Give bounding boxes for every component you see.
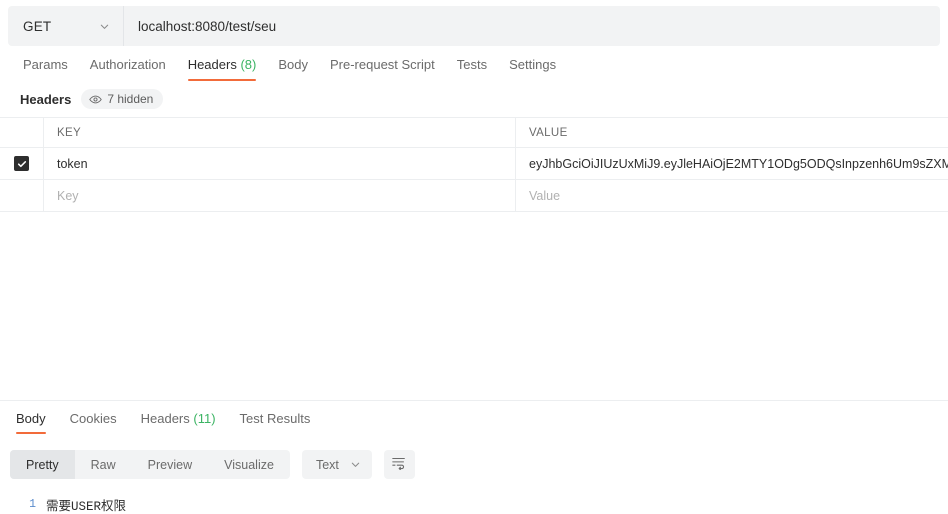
column-header-key: KEY xyxy=(57,126,82,139)
tab-headers-label: Headers xyxy=(187,57,237,72)
tab-body[interactable]: Body xyxy=(267,58,319,81)
table-header-value-cell: VALUE xyxy=(516,118,948,147)
tab-tests[interactable]: Tests xyxy=(446,58,498,81)
view-mode-visualize[interactable]: Visualize xyxy=(208,450,290,479)
url-bar: GET localhost:8080/test/seu xyxy=(8,6,940,46)
row-enabled-checkbox[interactable] xyxy=(14,156,29,171)
response-tab-test-results[interactable]: Test Results xyxy=(228,412,323,434)
response-tab-test-results-label: Test Results xyxy=(239,411,311,426)
response-body-content[interactable]: 1 需要USER权限 xyxy=(0,482,948,514)
response-tab-headers-label: Headers xyxy=(140,411,190,426)
hidden-headers-toggle[interactable]: 7 hidden xyxy=(81,89,164,109)
request-pane-empty-space xyxy=(0,212,948,400)
response-view-mode-group: Pretty Raw Preview Visualize xyxy=(10,450,290,479)
http-method-label: GET xyxy=(23,18,52,34)
code-line: 1 需要USER权限 xyxy=(0,494,948,514)
empty-row-value-input[interactable]: Value xyxy=(516,180,948,211)
view-mode-visualize-label: Visualize xyxy=(224,457,274,472)
view-mode-pretty-label: Pretty xyxy=(26,457,59,472)
table-header-row: KEY VALUE xyxy=(0,118,948,148)
headers-table: KEY VALUE token eyJhbGciOiJIUzUxMiJ9.eyJ… xyxy=(0,117,948,212)
headers-subheader: Headers 7 hidden xyxy=(0,81,948,117)
http-method-selector[interactable]: GET xyxy=(8,6,124,46)
tab-pre-request-script[interactable]: Pre-request Script xyxy=(319,58,446,81)
chevron-down-icon xyxy=(350,459,361,470)
response-tabs: Body Cookies Headers (11) Test Results xyxy=(0,401,948,434)
view-mode-raw-label: Raw xyxy=(90,457,116,472)
response-language-label: Text xyxy=(315,457,339,472)
tab-authorization[interactable]: Authorization xyxy=(79,58,177,81)
response-tab-headers-count: (11) xyxy=(193,411,216,426)
postman-request-response-view: GET localhost:8080/test/seu Params Autho… xyxy=(0,0,948,514)
table-header-key-cell: KEY xyxy=(44,118,516,147)
response-tab-body-label: Body xyxy=(16,411,46,426)
table-row: token eyJhbGciOiJIUzUxMiJ9.eyJleHAiOjE2M… xyxy=(0,148,948,180)
empty-row-checkbox-cell xyxy=(0,180,44,211)
view-mode-preview-label: Preview xyxy=(147,457,193,472)
column-header-value: VALUE xyxy=(529,126,568,139)
table-row-empty: Key Value xyxy=(0,180,948,212)
tab-params-label: Params xyxy=(23,57,68,72)
response-tab-cookies[interactable]: Cookies xyxy=(58,412,129,434)
line-text: 需要USER权限 xyxy=(46,499,127,514)
url-input-value: localhost:8080/test/seu xyxy=(138,18,277,34)
row-key-input[interactable]: token xyxy=(44,148,516,179)
headers-title: Headers xyxy=(20,91,72,107)
empty-row-value-placeholder: Value xyxy=(529,188,561,203)
view-mode-preview[interactable]: Preview xyxy=(132,450,208,479)
tab-body-label: Body xyxy=(278,57,308,72)
response-tab-body[interactable]: Body xyxy=(4,412,58,434)
empty-row-key-input[interactable]: Key xyxy=(44,180,516,211)
tab-tests-label: Tests xyxy=(456,57,488,72)
tab-authorization-label: Authorization xyxy=(89,57,166,72)
hidden-headers-label: 7 hidden xyxy=(107,92,154,106)
line-number: 1 xyxy=(29,497,36,511)
table-header-checkbox-cell xyxy=(0,118,44,147)
response-view-toolbar: Pretty Raw Preview Visualize Text xyxy=(0,434,948,482)
url-bar-container: GET localhost:8080/test/seu xyxy=(0,0,948,48)
tab-headers[interactable]: Headers (8) xyxy=(177,58,268,81)
eye-icon xyxy=(89,93,103,106)
empty-row-key-placeholder: Key xyxy=(57,188,79,203)
word-wrap-icon xyxy=(391,455,407,475)
row-key-value: token xyxy=(57,156,88,171)
response-pane: Body Cookies Headers (11) Test Results P… xyxy=(0,400,948,514)
row-checkbox-cell xyxy=(0,148,44,179)
response-tab-headers[interactable]: Headers (11) xyxy=(129,412,228,434)
tab-settings-label: Settings xyxy=(509,57,557,72)
tab-params[interactable]: Params xyxy=(12,58,79,81)
tab-headers-count: (8) xyxy=(240,57,257,72)
response-tab-cookies-label: Cookies xyxy=(69,411,117,426)
view-mode-raw[interactable]: Raw xyxy=(75,450,132,479)
tab-settings[interactable]: Settings xyxy=(498,58,567,81)
word-wrap-button[interactable] xyxy=(383,450,415,479)
tab-pre-request-script-label: Pre-request Script xyxy=(329,57,435,72)
chevron-down-icon xyxy=(99,21,110,32)
view-mode-pretty[interactable]: Pretty xyxy=(10,450,75,479)
row-value-value: eyJhbGciOiJIUzUxMiJ9.eyJleHAiOjE2MTY1ODg… xyxy=(529,156,948,171)
row-value-input[interactable]: eyJhbGciOiJIUzUxMiJ9.eyJleHAiOjE2MTY1ODg… xyxy=(516,148,948,179)
url-input[interactable]: localhost:8080/test/seu xyxy=(124,6,940,46)
request-tabs: Params Authorization Headers (8) Body Pr… xyxy=(0,48,948,81)
response-language-selector[interactable]: Text xyxy=(301,450,372,479)
